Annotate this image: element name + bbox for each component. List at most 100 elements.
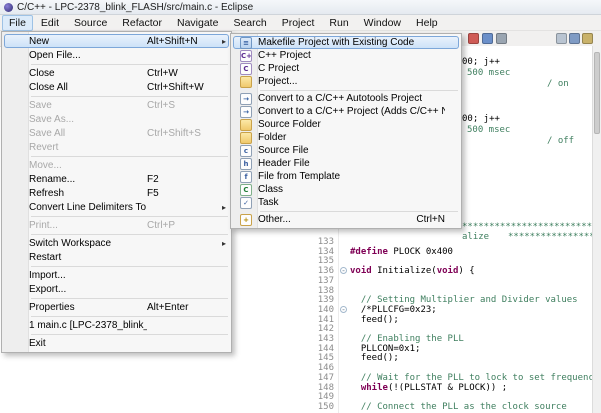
menu-item-label: Import... [29,270,147,281]
menu-item-close-all[interactable]: Close AllCtrl+Shift+W [4,80,229,94]
menu-item-c-project[interactable]: C+C++ Project [233,49,459,62]
menu-item-label: Save [29,100,147,111]
fold-marker-icon[interactable]: - [340,306,347,313]
menu-item-source-folder[interactable]: Source Folder [233,118,459,131]
menu-item-icon-slot: ≡ [234,37,258,49]
menu-item-label: Other... [258,214,416,225]
menu-item-close[interactable]: CloseCtrl+W [4,66,229,80]
menu-item-label: Exit [29,338,147,349]
code-line-149: 149 [305,392,601,402]
menu-item-shortcut: Ctrl+N [416,214,447,225]
menu-item-label: Folder [258,132,445,143]
menu-item-revert[interactable]: Revert [4,140,229,154]
menu-item-label: Convert to a C/C++ Autotools Project [258,93,445,104]
menu-item-1-main-c-lpc-2378-blink-flash-src[interactable]: 1 main.c [LPC-2378_blink_FLASH/src] [4,318,229,332]
menu-item-label: Print... [29,220,147,231]
menu-item-save-as[interactable]: Save As... [4,112,229,126]
menubar-item-run[interactable]: Run [322,15,355,31]
new-submenu: ≡Makefile Project with Existing CodeC+C+… [230,33,462,229]
code-text: feed(); [350,353,399,363]
fold-marker-icon[interactable]: - [340,267,347,274]
menubar-item-refactor[interactable]: Refactor [115,15,169,31]
menu-item-icon-slot [234,119,258,131]
convert-icon: → [240,93,252,105]
menu-item-open-file[interactable]: Open File... [4,48,229,62]
menu-item-icon-slot: f [234,171,258,183]
menu-item-source-file[interactable]: cSource File [233,144,459,157]
code-line-140: 140- /*PLLCFG=0x23; [305,305,601,315]
menubar-item-help[interactable]: Help [409,15,445,31]
code-line-136: 136-void Initialize(void) { [305,266,601,276]
line-number: 142 [305,324,334,334]
menu-item-class[interactable]: CClass [233,183,459,196]
source-file-icon: c [240,145,252,157]
menubar-item-edit[interactable]: Edit [34,15,66,31]
toolbar-icon-4[interactable] [556,33,567,44]
menu-item-convert-to-a-c-c-project-adds-c-c-nature[interactable]: →Convert to a C/C++ Project (Adds C/C++ … [233,105,459,118]
c-project-icon: C [240,63,252,75]
menu-item-export[interactable]: Export... [4,282,229,296]
menu-item-label: File from Template [258,171,445,182]
menu-item-icon-slot: h [234,158,258,170]
submenu-arrow-icon: ▸ [217,203,226,212]
menubar-item-file[interactable]: File [2,15,33,31]
menu-item-shortcut: Ctrl+Shift+S [147,128,217,139]
toolbar-icon-3[interactable] [496,33,507,44]
menu-item-icon-slot: c [234,145,258,157]
menu-item-restart[interactable]: Restart [4,250,229,264]
menubar-item-window[interactable]: Window [357,15,408,31]
menu-item-shortcut: Ctrl+W [147,68,217,79]
scrollbar-thumb[interactable] [594,52,600,134]
menu-item-convert-line-delimiters-to[interactable]: Convert Line Delimiters To ▸ [4,200,229,214]
code-line-139: 139 // Setting Multiplier and Divider va… [305,295,601,305]
menu-item-exit[interactable]: Exit [4,336,229,350]
menu-item-properties[interactable]: PropertiesAlt+Enter [4,300,229,314]
submenu-arrow-icon: ▸ [217,239,226,248]
menu-item-switch-workspace[interactable]: Switch Workspace▸ [4,236,229,250]
toolbar-icon-6[interactable] [582,33,593,44]
other-icon: + [240,214,252,226]
menubar-item-navigate[interactable]: Navigate [170,15,225,31]
code-text: // Connect the PLL as the clock source [350,402,567,412]
toolbar-icon-2[interactable] [482,33,493,44]
menubar-item-project[interactable]: Project [275,15,322,31]
menu-item-save-all[interactable]: Save AllCtrl+Shift+S [4,126,229,140]
menu-item-save[interactable]: SaveCtrl+S [4,98,229,112]
code-line-137: 137 [305,276,601,286]
eclipse-app-icon [4,3,13,12]
menu-item-task[interactable]: ✓Task [233,196,459,209]
class-icon: C [240,184,252,196]
menu-item-move[interactable]: Move... [4,158,229,172]
toolbar-icon-1[interactable] [468,33,479,44]
line-number: 145 [305,353,334,363]
menu-item-import[interactable]: Import... [4,268,229,282]
line-number: 140 [305,305,334,315]
menu-item-label: Makefile Project with Existing Code [258,37,445,48]
line-number: 135 [305,256,334,266]
editor-scrollbar[interactable] [592,46,601,413]
menu-item-file-from-template[interactable]: fFile from Template [233,170,459,183]
menu-item-c-project[interactable]: CC Project [233,62,459,75]
menu-item-header-file[interactable]: hHeader File [233,157,459,170]
menu-item-label: Convert Line Delimiters To [29,202,147,213]
menu-item-icon-slot [234,76,258,88]
menu-item-refresh[interactable]: RefreshF5 [4,186,229,200]
menu-item-project[interactable]: Project... [233,75,459,88]
menu-item-icon-slot: C [234,63,258,75]
task-icon: ✓ [240,197,252,209]
code-fragment: / off [547,136,574,146]
menubar-item-search[interactable]: Search [226,15,273,31]
code-line-142: 142 [305,324,601,334]
menu-item-label: C++ Project [258,50,445,61]
menu-item-folder[interactable]: Folder [233,131,459,144]
menu-item-rename[interactable]: Rename...F2 [4,172,229,186]
line-number: 136 [305,266,334,276]
menu-item-label: Rename... [29,174,147,185]
menu-item-other[interactable]: + Other...Ctrl+N [233,213,459,226]
menu-item-makefile-project-with-existing-code[interactable]: ≡Makefile Project with Existing Code [233,36,459,49]
menu-item-convert-to-a-c-c-autotools-project[interactable]: → Convert to a C/C++ Autotools Project [233,92,459,105]
menu-item-print[interactable]: Print...Ctrl+P [4,218,229,232]
menu-item-new[interactable]: NewAlt+Shift+N▸ [4,34,229,48]
menubar-item-source[interactable]: Source [67,15,114,31]
toolbar-icon-5[interactable] [569,33,580,44]
